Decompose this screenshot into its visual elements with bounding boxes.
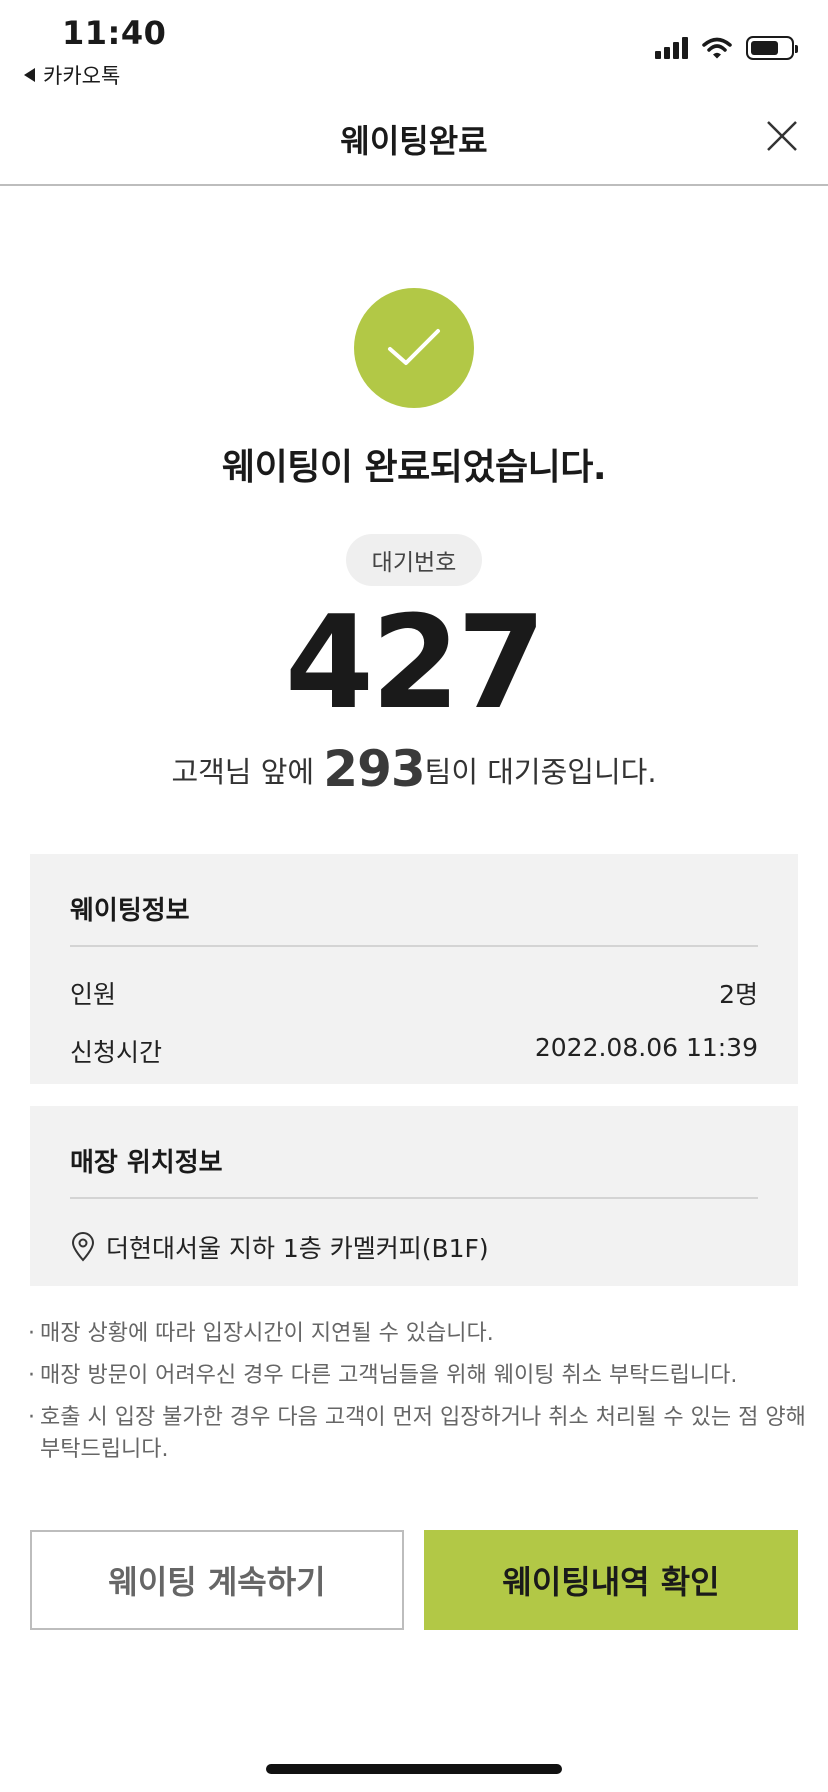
info-row-request-time: 신청시간 2022.08.06 11:39 bbox=[70, 1033, 758, 1069]
notice-list: 매장 상황에 따라 입장시간이 지연될 수 있습니다. 매장 방문이 어려우신 … bbox=[28, 1318, 808, 1476]
notice-item: 호출 시 입장 불가한 경우 다음 고객이 먼저 입장하거나 취소 처리될 수 … bbox=[28, 1402, 808, 1466]
continue-waiting-button[interactable]: 웨이팅 계속하기 bbox=[30, 1530, 404, 1630]
location-info-card: 매장 위치정보 더현대서울 지하 1층 카멜커피(B1F) bbox=[30, 1106, 798, 1286]
request-time-label: 신청시간 bbox=[70, 1038, 163, 1067]
success-check-badge bbox=[354, 288, 474, 408]
waiting-info-title: 웨이팅정보 bbox=[70, 854, 758, 947]
home-indicator[interactable] bbox=[266, 1764, 562, 1774]
completion-message: 웨이팅이 완료되었습니다. bbox=[221, 447, 607, 488]
store-location-row[interactable]: 더현대서울 지하 1층 카멜커피(B1F) bbox=[70, 1229, 758, 1265]
back-to-app-link[interactable]: 카카오톡 bbox=[24, 60, 120, 90]
back-app-label: 카카오톡 bbox=[43, 64, 121, 88]
teams-ahead-text: 고객님 앞에 293팀이 대기중입니다. bbox=[0, 740, 828, 798]
back-triangle-icon bbox=[24, 68, 35, 82]
status-time: 11:40 bbox=[62, 14, 167, 52]
notice-item: 매장 상황에 따라 입장시간이 지연될 수 있습니다. bbox=[28, 1318, 808, 1350]
waiting-number: 427 bbox=[284, 589, 546, 738]
wifi-icon bbox=[702, 37, 732, 59]
store-address: 더현대서울 지하 1층 카멜커피(B1F) bbox=[106, 1234, 489, 1263]
ahead-prefix: 고객님 앞에 bbox=[171, 755, 324, 789]
ahead-suffix: 팀이 대기중입니다. bbox=[424, 755, 657, 789]
check-icon bbox=[388, 329, 440, 365]
request-time-value: 2022.08.06 11:39 bbox=[534, 1033, 758, 1062]
cellular-signal-icon bbox=[655, 37, 688, 59]
status-bar: 11:40 카카오톡 bbox=[0, 0, 828, 96]
close-icon[interactable] bbox=[762, 116, 802, 156]
status-icons bbox=[655, 36, 798, 60]
location-pin-icon bbox=[71, 1232, 95, 1262]
view-waiting-history-button[interactable]: 웨이팅내역 확인 bbox=[424, 1530, 798, 1630]
location-info-title: 매장 위치정보 bbox=[70, 1106, 758, 1199]
party-size-label: 인원 bbox=[70, 980, 117, 1009]
waiting-number-label: 대기번호 bbox=[346, 534, 482, 586]
party-size-value: 2명 bbox=[719, 980, 758, 1009]
page-title: 웨이팅완료 bbox=[340, 122, 488, 160]
info-row-party-size: 인원 2명 bbox=[70, 975, 758, 1011]
teams-ahead-count: 293 bbox=[323, 740, 425, 798]
waiting-info-card: 웨이팅정보 인원 2명 신청시간 2022.08.06 11:39 bbox=[30, 854, 798, 1084]
battery-icon bbox=[746, 36, 798, 60]
notice-item: 매장 방문이 어려우신 경우 다른 고객님들을 위해 웨이팅 취소 부탁드립니다… bbox=[28, 1360, 808, 1392]
header: 웨이팅완료 bbox=[0, 96, 828, 186]
